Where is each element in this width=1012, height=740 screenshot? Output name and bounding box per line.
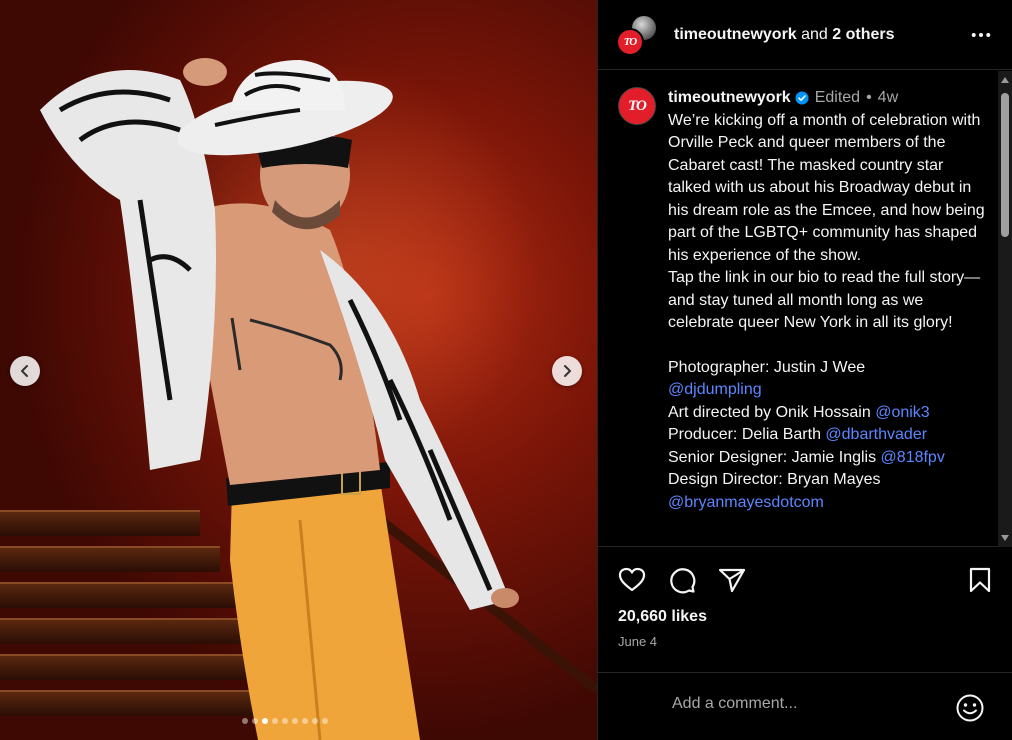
- meta-separator: •: [866, 89, 872, 106]
- others-link[interactable]: 2 others: [832, 26, 894, 43]
- credit-label: Senior Designer: Jamie Inglis: [668, 448, 881, 466]
- heart-icon[interactable]: [618, 566, 646, 594]
- post-media[interactable]: [0, 0, 597, 740]
- emoji-icon[interactable]: [955, 693, 985, 723]
- timeout-logo: TO: [628, 97, 647, 114]
- comment-input[interactable]: [672, 695, 942, 713]
- bookmark-icon[interactable]: [966, 566, 994, 594]
- credit-mention-link[interactable]: @dbarthvader: [825, 426, 927, 443]
- scrollbar-thumb[interactable]: [1001, 93, 1009, 237]
- previous-slide-button[interactable]: [10, 356, 40, 386]
- caption-body: timeoutnewyork Edited • 4w We’re kicking…: [668, 87, 986, 514]
- credit-label: Producer: Delia Barth: [668, 426, 826, 443]
- credit-line: Senior Designer: Jamie Inglis @818fpv: [668, 447, 986, 470]
- action-bar: [618, 566, 996, 596]
- timeout-logo: TO: [623, 35, 638, 48]
- caption-username[interactable]: timeoutnewyork: [668, 87, 791, 110]
- credit-label: Design Director: Bryan Mayes: [668, 471, 881, 488]
- credit-line: @bryanmayesdotcom: [668, 492, 986, 515]
- slide-dot: [282, 718, 288, 724]
- scroll-up-arrow-icon[interactable]: [1001, 77, 1009, 83]
- post-age[interactable]: 4w: [878, 87, 898, 110]
- credit-mention-link[interactable]: @onik3: [875, 404, 930, 421]
- likes-count[interactable]: 20,660 likes: [618, 608, 707, 626]
- more-horizontal-icon: [971, 33, 991, 37]
- slide-dot: [242, 718, 248, 724]
- credit-line: Producer: Delia Barth @dbarthvader: [668, 424, 986, 447]
- caption-scrollbar[interactable]: [998, 71, 1012, 547]
- chevron-left-icon: [21, 365, 28, 377]
- post-authors[interactable]: timeoutnewyork and 2 others: [674, 26, 895, 44]
- next-slide-button[interactable]: [552, 356, 582, 386]
- slide-dot: [312, 718, 318, 724]
- comment-icon[interactable]: [668, 566, 696, 594]
- credit-line: @djdumpling: [668, 379, 986, 402]
- chevron-right-icon: [564, 365, 571, 377]
- credits-list: Photographer: Justin J Wee @djdumpling Art…: [668, 357, 986, 515]
- slide-dot: [252, 718, 258, 724]
- credit-line: Design Director: Bryan Mayes: [668, 469, 986, 492]
- credit-mention-link[interactable]: @bryanmayesdotcom: [668, 494, 824, 511]
- photo-subject: [40, 58, 597, 740]
- edited-label: Edited: [814, 89, 861, 106]
- verified-badge-icon: [795, 91, 809, 105]
- credit-mention-link[interactable]: @djdumpling: [668, 381, 762, 398]
- slide-dot: [292, 718, 298, 724]
- scroll-down-arrow-icon[interactable]: [1001, 535, 1009, 541]
- credit-line: Art directed by Onik Hossain @onik3: [668, 402, 986, 425]
- credit-line: Photographer: Justin J Wee: [668, 357, 986, 380]
- author-joiner: and: [796, 25, 833, 43]
- slide-dot: [272, 718, 278, 724]
- credit-label: Art directed by Onik Hossain: [668, 403, 876, 421]
- slide-indicator: [242, 718, 328, 724]
- caption-section[interactable]: TO timeoutnewyork Edited • 4w We’re kick…: [598, 71, 1012, 547]
- account-avatar[interactable]: TO: [616, 27, 644, 56]
- credit-label: Photographer: Justin J Wee: [668, 358, 866, 376]
- author-username[interactable]: timeoutnewyork: [674, 26, 797, 43]
- caption-avatar[interactable]: TO: [618, 87, 656, 125]
- comment-bar: [598, 672, 1012, 740]
- send-icon[interactable]: [718, 566, 746, 594]
- slide-dot: [262, 718, 268, 724]
- slide-dot: [322, 718, 328, 724]
- slide-dot: [302, 718, 308, 724]
- more-options-button[interactable]: [970, 24, 992, 46]
- credit-mention-link[interactable]: @818fpv: [881, 449, 945, 466]
- caption-header: timeoutnewyork Edited • 4w: [668, 87, 986, 110]
- collab-avatars[interactable]: TO: [616, 13, 658, 56]
- caption-text: We’re kicking off a month of celebration…: [668, 111, 985, 332]
- post-header: TO timeoutnewyork and 2 others: [598, 0, 1012, 70]
- post-date[interactable]: June 4: [618, 634, 657, 649]
- post-sidebar: TO timeoutnewyork and 2 others TO timeou…: [597, 0, 1012, 740]
